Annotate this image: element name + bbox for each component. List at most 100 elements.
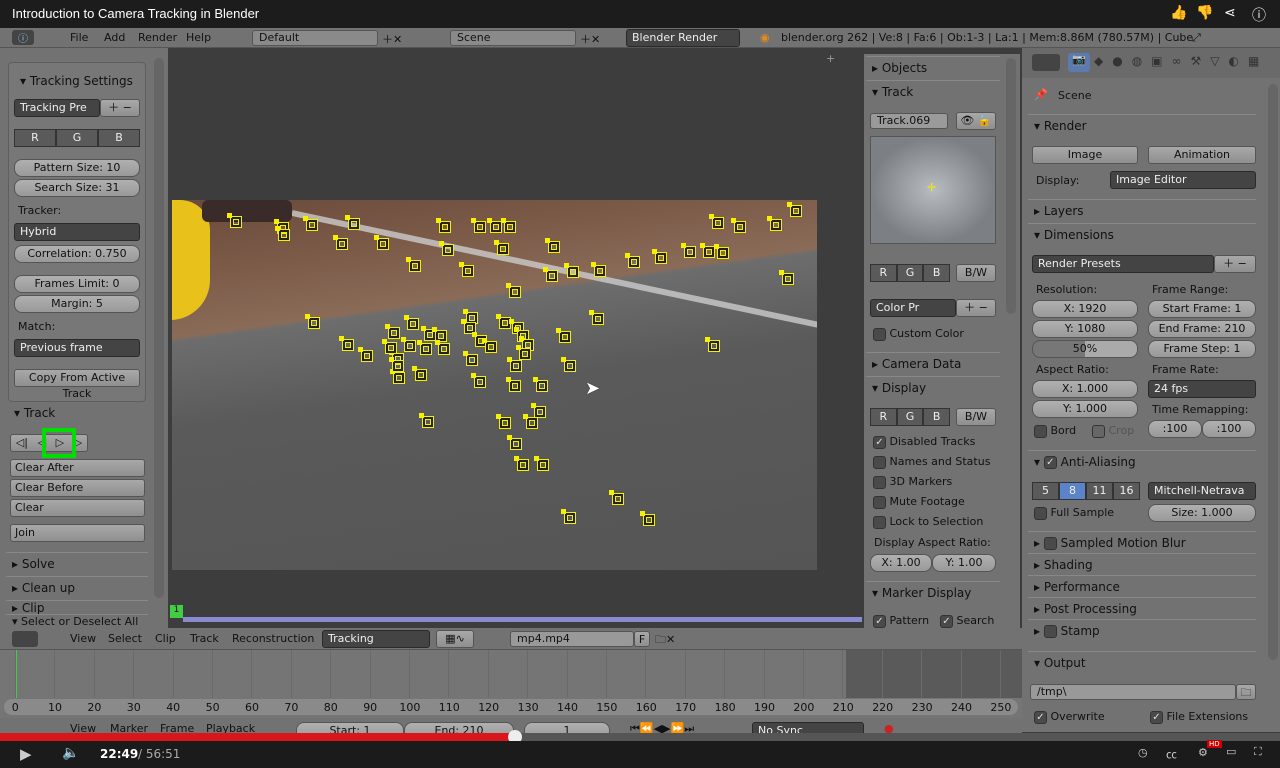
tracking-marker[interactable] bbox=[390, 369, 405, 384]
start-frame-field[interactable]: Start Frame: 1 bbox=[1148, 300, 1256, 318]
search-size-field[interactable]: Search Size: 31 bbox=[14, 179, 140, 197]
menu-add[interactable]: Add bbox=[104, 31, 125, 44]
tracking-marker[interactable] bbox=[523, 414, 538, 429]
tracking-marker[interactable] bbox=[501, 218, 516, 233]
render-animation-button[interactable]: Animation bbox=[1148, 146, 1256, 164]
channel-b[interactable]: B bbox=[923, 408, 951, 426]
preset-add-remove-buttons[interactable]: ＋ − bbox=[100, 99, 140, 117]
display-option-checkbox[interactable]: Names and Status bbox=[873, 455, 990, 475]
tracking-marker[interactable] bbox=[482, 338, 497, 353]
panel-solve[interactable]: ▸ Solve bbox=[6, 552, 148, 574]
tracking-marker[interactable] bbox=[333, 235, 348, 250]
panel-post-processing[interactable]: ▸ Post Processing bbox=[1028, 597, 1256, 619]
render-engine-select[interactable]: Blender Render bbox=[626, 29, 740, 47]
tracking-marker[interactable] bbox=[463, 351, 478, 366]
panel-stamp[interactable]: ▸ Stamp bbox=[1028, 619, 1256, 641]
channel-r[interactable]: R bbox=[870, 408, 897, 426]
folder-icon[interactable]: 🗀 bbox=[1236, 684, 1256, 700]
region-toggle-icon[interactable]: + bbox=[826, 52, 835, 65]
correlation-field[interactable]: Correlation: 0.750 bbox=[14, 245, 140, 263]
aa-filter-select[interactable]: Mitchell-Netrava bbox=[1148, 482, 1256, 500]
menu-help[interactable]: Help bbox=[186, 31, 211, 44]
display-bw-toggle[interactable]: B/W bbox=[956, 408, 996, 426]
render-display-select[interactable]: Image Editor bbox=[1110, 171, 1256, 189]
add-screen-icon[interactable]: ＋✕ bbox=[382, 31, 402, 47]
menu-reconstruction[interactable]: Reconstruction bbox=[232, 632, 314, 645]
tracking-marker[interactable] bbox=[507, 435, 522, 450]
search-checkbox[interactable]: ✓ Search bbox=[940, 614, 994, 628]
screen-layout-field[interactable]: Default bbox=[252, 30, 378, 46]
join-button[interactable]: Join bbox=[10, 524, 145, 542]
tracking-marker[interactable] bbox=[561, 509, 576, 524]
render-image-button[interactable]: Image bbox=[1032, 146, 1138, 164]
display-option-checkbox[interactable]: Lock to Selection bbox=[873, 515, 990, 535]
tracking-marker[interactable] bbox=[779, 270, 794, 285]
panel-clean-up[interactable]: ▸ Clean up bbox=[6, 576, 148, 598]
editor-type-icon[interactable] bbox=[1032, 54, 1060, 71]
view-toggle-icons[interactable]: ▦∿ bbox=[436, 630, 474, 648]
resolution-x-field[interactable]: X: 1920 bbox=[1032, 300, 1138, 318]
tracking-marker[interactable] bbox=[625, 253, 640, 268]
like-icon[interactable]: 👍 bbox=[1170, 5, 1187, 21]
panel-layers[interactable]: ▸ Layers bbox=[1028, 199, 1256, 221]
display-aspect-y[interactable]: Y: 1.00 bbox=[932, 554, 996, 572]
tracking-marker[interactable] bbox=[709, 214, 724, 229]
aa-sample-16[interactable]: 16 bbox=[1113, 482, 1140, 500]
context-tabs-icons[interactable]: ◆●◍▣∞⚒▽◐▦ bbox=[1094, 54, 1268, 68]
tracking-marker[interactable] bbox=[506, 283, 521, 298]
render-presets-select[interactable]: Render Presets bbox=[1032, 255, 1214, 273]
channel-g[interactable]: G bbox=[896, 264, 924, 282]
panel-render[interactable]: ▾ Render bbox=[1028, 114, 1256, 136]
editor-type-icon[interactable]: ⓘ bbox=[12, 30, 34, 45]
tracking-marker[interactable] bbox=[435, 340, 450, 355]
volume-icon[interactable]: 🔈 bbox=[62, 745, 79, 761]
crop-checkbox[interactable]: Crop bbox=[1092, 424, 1134, 438]
fullscreen-icon[interactable]: ⛶ bbox=[1254, 745, 1262, 759]
tracking-marker[interactable] bbox=[494, 240, 509, 255]
scene-field[interactable]: Scene bbox=[450, 30, 576, 46]
panel-camera-data[interactable]: ▸ Camera Data bbox=[866, 352, 1000, 374]
panel-marker-display[interactable]: ▾ Marker Display bbox=[866, 581, 1000, 603]
tracking-marker[interactable] bbox=[561, 357, 576, 372]
aspect-y-field[interactable]: Y: 1.000 bbox=[1032, 400, 1138, 418]
channel-b[interactable]: B bbox=[98, 129, 140, 147]
share-icon[interactable]: ⋖ bbox=[1224, 5, 1236, 21]
aa-sample-5[interactable]: 5 bbox=[1032, 482, 1059, 500]
video-progress-bar[interactable] bbox=[0, 730, 1280, 744]
video-title[interactable]: Introduction to Camera Tracking in Blend… bbox=[12, 6, 259, 21]
panel-output[interactable]: ▾ Output bbox=[1028, 651, 1256, 673]
aa-size-field[interactable]: Size: 1.000 bbox=[1148, 504, 1256, 522]
custom-color-checkbox[interactable]: Custom Color bbox=[873, 327, 964, 341]
track-visibility-lock[interactable]: 👁 🔓 bbox=[956, 112, 996, 130]
menu-clip[interactable]: Clip bbox=[155, 632, 176, 645]
channel-r[interactable]: R bbox=[14, 129, 56, 147]
tracking-marker[interactable] bbox=[389, 357, 404, 372]
panel-objects[interactable]: ▸ Objects bbox=[866, 56, 1000, 78]
pattern-size-field[interactable]: Pattern Size: 10 bbox=[14, 159, 140, 177]
tracking-marker[interactable] bbox=[406, 257, 421, 272]
aa-sample-11[interactable]: 11 bbox=[1086, 482, 1113, 500]
aa-sample-8[interactable]: 8 bbox=[1059, 482, 1086, 500]
overwrite-checkbox[interactable]: ✓ Overwrite bbox=[1034, 710, 1105, 724]
panel-clip[interactable]: ▸ Clip bbox=[6, 600, 148, 614]
frames-limit-field[interactable]: Frames Limit: 0 bbox=[14, 275, 140, 293]
frame-step-field[interactable]: Frame Step: 1 bbox=[1148, 340, 1256, 358]
captions-icon[interactable]: ㏄ bbox=[1166, 746, 1177, 762]
tracking-marker[interactable] bbox=[404, 315, 419, 330]
clear-button[interactable]: Clear bbox=[10, 499, 145, 517]
tracking-marker[interactable] bbox=[534, 456, 549, 471]
tracking-marker[interactable] bbox=[227, 213, 242, 228]
tracking-marker[interactable] bbox=[731, 218, 746, 233]
tracking-marker[interactable] bbox=[700, 243, 715, 258]
clip-properties-scrollbar[interactable] bbox=[1006, 58, 1016, 314]
tracking-marker[interactable] bbox=[652, 249, 667, 264]
panel-select-or-deselect-all[interactable]: ▾ Select or Deselect All bbox=[6, 614, 148, 628]
menu-select[interactable]: Select bbox=[108, 632, 142, 645]
bw-toggle[interactable]: B/W bbox=[956, 264, 996, 282]
color-preset-select[interactable]: Color Pr bbox=[870, 299, 956, 317]
tracking-marker[interactable] bbox=[496, 414, 511, 429]
display-aspect-x[interactable]: X: 1.00 bbox=[870, 554, 932, 572]
tracking-marker[interactable] bbox=[714, 244, 729, 259]
tracking-marker[interactable] bbox=[417, 340, 432, 355]
fake-user-toggle[interactable]: F bbox=[634, 631, 650, 647]
